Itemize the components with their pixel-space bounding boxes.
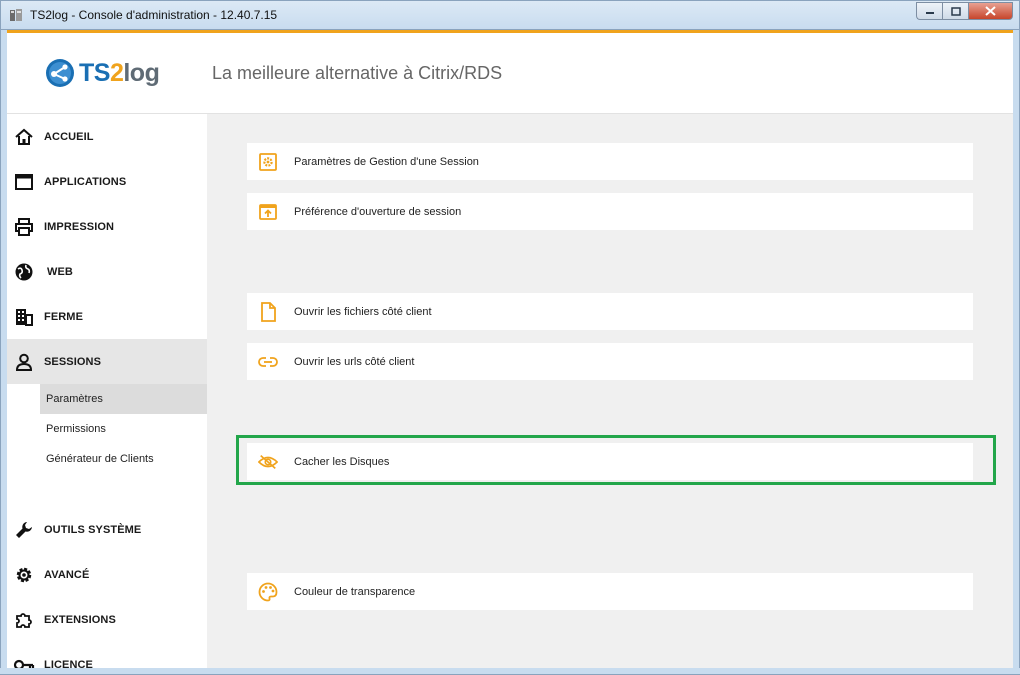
window-frame-bottom (0, 668, 1020, 675)
window-title: TS2log - Console d'administration - 12.4… (30, 8, 278, 22)
window-controls (916, 2, 1013, 20)
logo: TS2log (45, 58, 160, 88)
sidebar-item-avance[interactable]: AVANCÉ (7, 552, 207, 597)
sidebar-item-label: EXTENSIONS (44, 613, 116, 626)
sidebar-subitem-label: Permissions (46, 423, 106, 435)
sidebar-item-ferme[interactable]: FERME (7, 294, 207, 339)
puzzle-icon (13, 609, 35, 631)
logo-text: TS2log (79, 58, 160, 87)
sidebar-item-licence[interactable]: LICENCE (7, 642, 207, 668)
sidebar-item-outils-systeme[interactable]: OUTILS SYSTÈME (7, 507, 207, 552)
link-icon (258, 352, 278, 372)
sidebar-item-extensions[interactable]: EXTENSIONS (7, 597, 207, 642)
sidebar-item-sessions[interactable]: SESSIONS (7, 339, 207, 384)
window-frame-left (0, 30, 7, 675)
sidebar-item-applications[interactable]: APPLICATIONS (7, 159, 207, 204)
building-icon (13, 306, 35, 328)
sidebar-subitem-parametres[interactable]: Paramètres (40, 384, 207, 414)
logo-icon (46, 59, 74, 87)
sidebar-item-label: LICENCE (44, 658, 93, 669)
close-icon (985, 6, 996, 16)
close-button[interactable] (968, 2, 1013, 20)
login-box-icon (258, 202, 278, 222)
sidebar: ACCUEIL APPLICATIONS IMPRESSION WEB FERM (7, 114, 207, 668)
globe-icon (13, 261, 35, 283)
wrench-icon (13, 519, 35, 541)
tagline: La meilleure alternative à Citrix/RDS (212, 63, 503, 83)
sidebar-item-label: FERME (44, 310, 83, 323)
sidebar-item-label: AVANCÉ (44, 568, 90, 581)
sidebar-item-label: SESSIONS (44, 355, 102, 368)
sidebar-item-web[interactable]: WEB (7, 249, 207, 294)
window-icon (13, 171, 35, 193)
minimize-button[interactable] (916, 2, 942, 20)
client-area: TS2log La meilleure alternative à Citrix… (7, 30, 1013, 668)
option-session-opening-preference[interactable]: Préférence d'ouverture de session (247, 193, 973, 230)
option-session-management-settings[interactable]: Paramètres de Gestion d'une Session (247, 143, 973, 180)
sidebar-subitem-label: Paramètres (46, 393, 103, 405)
gear-icon (13, 564, 35, 586)
option-label: Paramètres de Gestion d'une Session (294, 155, 479, 168)
palette-icon (258, 582, 278, 602)
option-transparency-color[interactable]: Couleur de transparence (247, 573, 973, 610)
option-label: Couleur de transparence (294, 585, 416, 598)
sidebar-item-label: APPLICATIONS (44, 175, 127, 188)
highlight-frame (236, 435, 996, 485)
sidebar-item-accueil[interactable]: ACCUEIL (7, 114, 207, 159)
option-label: Ouvrir les urls côté client (294, 355, 415, 368)
app-icon (9, 8, 24, 23)
sidebar-subitem-generateur-clients[interactable]: Générateur de Clients (40, 444, 207, 474)
window-frame-right (1013, 30, 1020, 675)
option-open-files-client-side[interactable]: Ouvrir les fichiers côté client (247, 293, 973, 330)
maximize-button[interactable] (942, 2, 968, 20)
sidebar-subitem-label: Générateur de Clients (46, 453, 154, 465)
option-open-urls-client-side[interactable]: Ouvrir les urls côté client (247, 343, 973, 380)
user-icon (13, 351, 35, 373)
sidebar-item-label: IMPRESSION (44, 220, 115, 233)
option-label: Préférence d'ouverture de session (294, 205, 462, 218)
settings-box-icon (258, 152, 278, 172)
window-titlebar[interactable]: TS2log - Console d'administration - 12.4… (0, 0, 1020, 30)
home-icon (13, 126, 35, 148)
sidebar-item-impression[interactable]: IMPRESSION (7, 204, 207, 249)
file-icon (258, 301, 278, 322)
maximize-icon (950, 6, 961, 16)
sidebar-subitem-permissions[interactable]: Permissions (40, 414, 207, 444)
printer-icon (13, 216, 35, 238)
sidebar-item-label: OUTILS SYSTÈME (44, 523, 142, 536)
sidebar-item-label: ACCUEIL (44, 130, 94, 143)
option-label: Ouvrir les fichiers côté client (294, 305, 432, 318)
header: TS2log La meilleure alternative à Citrix… (7, 33, 1013, 114)
minimize-icon (925, 12, 934, 14)
key-icon (13, 654, 35, 668)
sidebar-item-label: WEB (47, 265, 73, 278)
main-panel: Paramètres de Gestion d'une Session Préf… (207, 114, 1013, 668)
